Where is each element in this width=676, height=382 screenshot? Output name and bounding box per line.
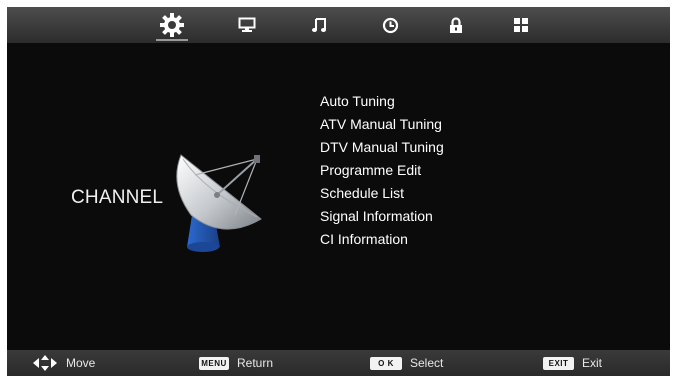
select-label: Select	[410, 356, 444, 370]
satellite-dish-icon	[176, 154, 262, 252]
menu-item-schedule-list[interactable]: Schedule List	[320, 182, 444, 205]
menu-item-dtv-manual-tuning[interactable]: DTV Manual Tuning	[320, 136, 444, 159]
menu-item-atv-manual-tuning[interactable]: ATV Manual Tuning	[320, 113, 444, 136]
channel-menu: Auto Tuning ATV Manual Tuning DTV Manual…	[320, 90, 444, 251]
lock-icon	[450, 16, 462, 33]
gear-icon	[160, 13, 184, 37]
hint-exit: EXIT Exit	[543, 350, 602, 376]
menu-key: MENU	[199, 356, 229, 370]
menu-item-ci-information[interactable]: CI Information	[320, 228, 444, 251]
menu-item-signal-information[interactable]: Signal Information	[320, 205, 444, 228]
ok-key: O K	[370, 356, 402, 370]
exit-key: EXIT	[543, 356, 574, 370]
footer-hint-bar: Move MENU Return O K Select EXIT Exit	[7, 350, 670, 376]
tab-picture[interactable]	[227, 7, 267, 43]
move-label: Move	[66, 356, 96, 370]
hint-select: O K Select	[370, 350, 443, 376]
top-menu-bar	[7, 7, 670, 43]
tab-time[interactable]	[370, 7, 410, 43]
menu-item-programme-edit[interactable]: Programme Edit	[320, 159, 444, 182]
tab-setup[interactable]	[152, 7, 192, 43]
section-title: CHANNEL	[71, 187, 164, 208]
tv-osd-window: CHANNEL Auto Tuning ATV Manual Tuning DT…	[7, 7, 670, 376]
grid-icon	[514, 18, 528, 32]
monitor-icon	[238, 17, 256, 32]
hint-move: Move	[33, 350, 95, 376]
tab-sound[interactable]	[299, 7, 339, 43]
exit-label: Exit	[582, 356, 603, 370]
menu-item-auto-tuning[interactable]: Auto Tuning	[320, 90, 444, 113]
music-note-icon	[312, 18, 326, 32]
hint-return: MENU Return	[199, 350, 273, 376]
tab-apps[interactable]	[501, 7, 541, 43]
clock-icon	[382, 17, 398, 33]
return-label: Return	[237, 356, 274, 370]
dpad-arrows-icon	[33, 355, 57, 371]
tab-lock[interactable]	[436, 7, 476, 43]
